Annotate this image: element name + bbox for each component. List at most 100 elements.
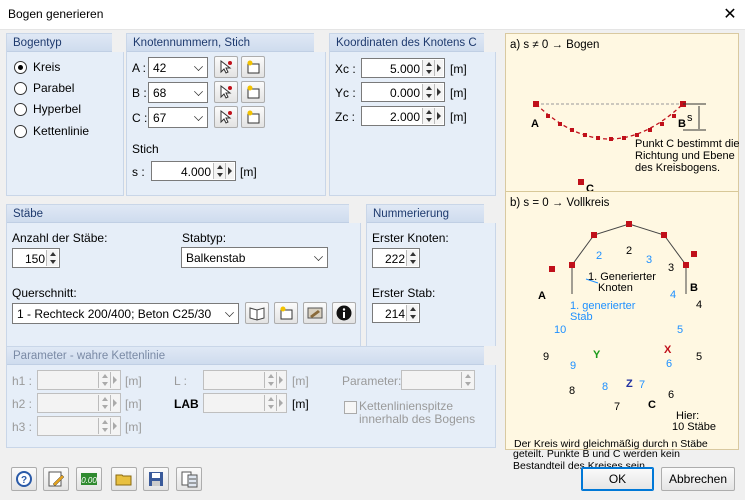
spin-erster-knoten[interactable]: 222 (372, 248, 420, 268)
pick-node-b-button[interactable] (214, 81, 238, 103)
new-node-a-button[interactable] (241, 56, 265, 78)
spin-updown-icon[interactable] (422, 60, 434, 76)
new-section-button[interactable] (274, 302, 298, 324)
spin-updown-icon[interactable] (98, 372, 110, 388)
spin-lab[interactable] (203, 393, 287, 413)
library-button[interactable] (245, 302, 269, 324)
spin-zc[interactable]: 2.000 (361, 106, 445, 126)
combo-node-b[interactable]: 68 (148, 82, 208, 103)
window-title: Bogen generieren (8, 7, 104, 21)
label-l: L : (174, 374, 187, 388)
checkbox-kettenlinienspitze[interactable] (344, 401, 357, 414)
radio-hyperbel[interactable] (14, 103, 27, 116)
pick-node-a-button[interactable] (214, 56, 238, 78)
info-button[interactable] (332, 302, 356, 324)
group-staebe: Stäbe Anzahl der Stäbe: 150 Stabtyp: Bal… (6, 204, 361, 367)
combo-node-a[interactable]: 42 (148, 57, 208, 78)
pick-node-c-button[interactable] (214, 106, 238, 128)
label-erster-stab: Erster Stab: (372, 286, 436, 300)
group-title-knoten: Knotennummern, Stich (133, 37, 250, 49)
label-a: A : (132, 61, 147, 75)
spin-updown-icon[interactable] (422, 84, 434, 100)
unit-h2: [m] (125, 397, 142, 411)
edit-section-icon (307, 307, 323, 319)
spin-right-icon[interactable] (276, 395, 285, 411)
help-button[interactable]: ? (11, 467, 37, 491)
spin-stich[interactable]: 4.000 (151, 161, 236, 181)
new-node-icon (247, 85, 260, 99)
member-num-8: 8 (602, 381, 609, 393)
svg-text:?: ? (21, 475, 27, 486)
spin-right-icon[interactable] (434, 60, 443, 76)
combo-querschnitt[interactable]: 1 - Rechteck 200/400; Beton C25/30 (12, 303, 239, 324)
ok-button[interactable]: OK (581, 467, 654, 491)
chevron-down-icon (194, 112, 203, 121)
member-num-5: 5 (677, 324, 684, 336)
label-h2: h2 : (12, 397, 33, 411)
save-button[interactable] (143, 467, 169, 491)
spin-right-icon[interactable] (434, 108, 443, 124)
group-bogentyp: Bogentyp Kreis Parabel Hyperbel Kettenli… (6, 33, 124, 196)
chevron-down-icon (314, 252, 323, 261)
spin-updown-icon[interactable] (213, 163, 225, 179)
spin-yc[interactable]: 0.000 (361, 82, 445, 102)
new-node-icon (247, 110, 260, 124)
radio-kreis-label: Kreis (33, 60, 61, 74)
spin-updown-icon[interactable] (98, 418, 110, 434)
spin-parameter[interactable] (401, 370, 475, 390)
cancel-button[interactable]: Abbrechen (661, 467, 735, 491)
label-hier-2: 10 Stäbe (672, 421, 717, 433)
group-title-bogentyp: Bogentyp (13, 37, 62, 49)
close-icon[interactable]: ✕ (715, 0, 745, 30)
label-param: Parameter: (342, 374, 402, 388)
combo-node-c[interactable]: 67 (148, 107, 208, 128)
radio-kettenlinie[interactable] (14, 125, 27, 138)
edit-section-button[interactable] (303, 302, 327, 324)
spin-anzahl[interactable]: 150 (12, 248, 60, 268)
group-title-parameter: Parameter - wahre Kettenlinie (13, 350, 166, 362)
label-querschnitt: Querschnitt: (12, 286, 77, 300)
spin-right-icon[interactable] (110, 418, 119, 434)
spin-xc[interactable]: 5.000 (361, 58, 445, 78)
label-s: s : (132, 165, 145, 179)
spin-updown-icon[interactable] (264, 395, 276, 411)
new-node-c-button[interactable] (241, 106, 265, 128)
spin-updown-icon[interactable] (422, 108, 434, 124)
label-xc: Xc : (335, 62, 356, 76)
units-button[interactable]: 0.00 (76, 467, 102, 491)
edit-notes-button[interactable] (43, 467, 69, 491)
transfer-button[interactable] (176, 467, 202, 491)
edit-notes-icon (48, 471, 65, 487)
spin-h3[interactable] (37, 416, 121, 436)
chevron-down-icon (194, 62, 203, 71)
combo-stabtyp[interactable]: Balkenstab (181, 247, 328, 268)
unit-s: [m] (240, 165, 257, 179)
cursor-pick-icon (220, 59, 232, 74)
label-gen-stab-2: Stab (570, 311, 593, 323)
label-zc: Zc : (335, 110, 355, 124)
spin-updown-icon[interactable] (406, 305, 418, 321)
spin-erster-stab[interactable]: 214 (372, 303, 420, 323)
spin-updown-icon[interactable] (406, 250, 418, 266)
spin-right-icon[interactable] (225, 163, 234, 179)
new-node-icon (247, 60, 260, 74)
node-num-8: 8 (569, 385, 576, 397)
spin-right-icon[interactable] (110, 372, 119, 388)
open-button[interactable] (111, 467, 137, 491)
spin-h1[interactable] (37, 370, 121, 390)
spin-l[interactable] (203, 370, 287, 390)
spin-h2[interactable] (37, 393, 121, 413)
library-book-icon (249, 307, 265, 321)
radio-parabel[interactable] (14, 82, 27, 95)
spin-right-icon[interactable] (110, 395, 119, 411)
radio-kreis[interactable] (14, 61, 27, 74)
new-node-b-button[interactable] (241, 81, 265, 103)
spin-right-icon[interactable] (276, 372, 285, 388)
node-num-3: 3 (668, 262, 675, 274)
spin-updown-icon[interactable] (98, 395, 110, 411)
spin-updown-icon[interactable] (264, 372, 276, 388)
spin-updown-icon[interactable] (461, 372, 473, 388)
axis-x-label: X (664, 344, 672, 356)
spin-updown-icon[interactable] (46, 250, 58, 266)
spin-right-icon[interactable] (434, 84, 443, 100)
